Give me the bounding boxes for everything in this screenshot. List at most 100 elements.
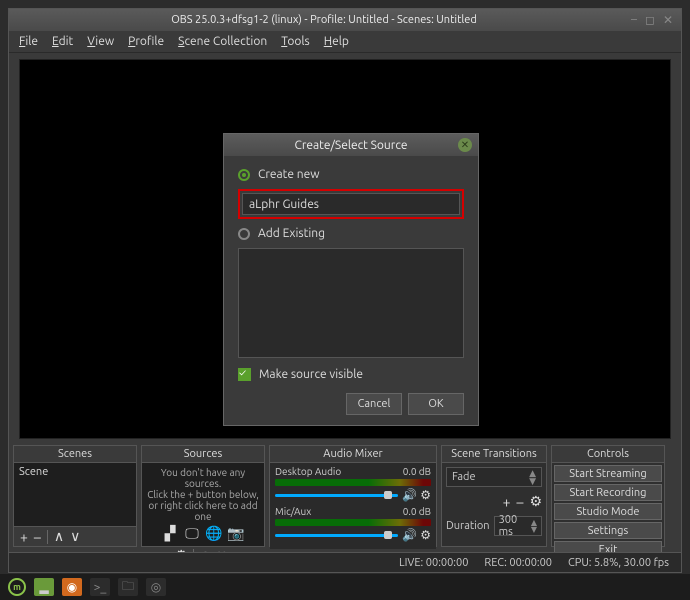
controls-header: Controls (552, 446, 664, 463)
menu-scene-collection[interactable]: Scene Collection (178, 35, 267, 48)
dock-area: Scenes Scene + – ∧ ∨ Sources You don't h… (13, 445, 677, 547)
create-new-label: Create new (258, 168, 320, 181)
add-transition-icon[interactable]: + (503, 494, 511, 510)
sources-empty-3: or right click here to add one (145, 500, 261, 522)
ch-db: 0.0 dB (403, 506, 431, 517)
sources-list[interactable]: You don't have any sources. Click the + … (142, 463, 264, 546)
ch-db: 0.0 dB (403, 466, 431, 477)
display-source-icon: 🖵 (182, 524, 202, 542)
sources-panel: Sources You don't have any sources. Clic… (141, 445, 265, 547)
gear-icon[interactable]: ⚙ (420, 488, 431, 502)
menu-edit[interactable]: Edit (52, 35, 73, 48)
transitions-panel: Scene Transitions Fade ▲▼ + – ⚙ Duration (441, 445, 547, 547)
duration-value: 300 ms (499, 514, 531, 538)
separator (47, 530, 48, 544)
obs-window: OBS 25.0.3+dfsg1-2 (linux) - Profile: Un… (8, 8, 682, 573)
mixer-channel-desktop: Desktop Audio 0.0 dB 🔊 ⚙ (275, 466, 431, 502)
terminal-taskbar-icon[interactable]: >_ (90, 578, 110, 596)
transition-settings-icon[interactable]: ⚙ (529, 493, 542, 510)
mint-menu-icon[interactable]: m (8, 578, 26, 596)
scenes-panel: Scenes Scene + – ∧ ∨ (13, 445, 137, 547)
status-cpu: CPU: 5.8%, 30.00 fps (568, 557, 669, 569)
audio-mixer-panel: Audio Mixer Desktop Audio 0.0 dB 🔊 ⚙ (269, 445, 437, 547)
taskbar[interactable]: m ▂ ◉ >_ 🗀 ◎ (0, 574, 690, 600)
ok-button[interactable]: OK (408, 393, 464, 415)
menu-view[interactable]: View (87, 35, 114, 48)
move-down-icon[interactable]: ∨ (70, 528, 80, 545)
desktop: OBS 25.0.3+dfsg1-2 (linux) - Profile: Un… (0, 0, 690, 600)
menu-profile[interactable]: Profile (128, 35, 164, 48)
make-visible-row[interactable]: Make source visible (238, 368, 464, 381)
camera-source-icon: 📷 (226, 524, 246, 542)
level-meter (275, 519, 431, 526)
statusbar: LIVE: 00:00:00 REC: 00:00:00 CPU: 5.8%, … (9, 552, 681, 572)
cancel-button[interactable]: Cancel (346, 393, 402, 415)
obs-taskbar-icon[interactable]: ◎ (146, 578, 166, 596)
move-up-icon[interactable]: ∧ (54, 528, 64, 545)
menu-help[interactable]: Help (324, 35, 349, 48)
mixer-body: Desktop Audio 0.0 dB 🔊 ⚙ (270, 463, 436, 549)
settings-button[interactable]: Settings (554, 522, 662, 539)
existing-sources-list[interactable] (238, 248, 464, 358)
scene-item[interactable]: Scene (19, 466, 131, 478)
transitions-header: Scene Transitions (442, 446, 546, 463)
add-scene-icon[interactable]: + (20, 529, 28, 545)
scenes-list[interactable]: Scene (14, 463, 136, 526)
create-new-radio-row[interactable]: Create new (238, 168, 464, 181)
transition-select[interactable]: Fade ▲▼ (446, 467, 542, 487)
maximize-icon[interactable]: ◻ (645, 13, 655, 27)
make-visible-label: Make source visible (259, 368, 363, 381)
radio-add-existing[interactable] (238, 228, 250, 240)
minimize-icon[interactable]: – (631, 13, 637, 27)
speaker-icon[interactable]: 🔊 (402, 488, 417, 502)
dialog-close-icon[interactable]: ✕ (458, 138, 472, 152)
volume-slider[interactable] (275, 494, 398, 497)
remove-transition-icon[interactable]: – (516, 494, 523, 510)
add-existing-radio-row[interactable]: Add Existing (238, 227, 464, 240)
menu-tools[interactable]: Tools (281, 35, 310, 48)
gear-icon[interactable]: ⚙ (420, 528, 431, 542)
source-name-input[interactable] (242, 193, 460, 215)
menu-file[interactable]: File (19, 35, 38, 48)
mixer-header: Audio Mixer (270, 446, 436, 463)
files-taskbar-icon[interactable]: ▂ (34, 578, 54, 596)
controls-panel: Controls Start Streaming Start Recording… (551, 445, 665, 547)
duration-spinbox[interactable]: 300 ms ▲▼ (494, 516, 542, 536)
ch-name: Mic/Aux (275, 506, 311, 517)
sources-header: Sources (142, 446, 264, 463)
studio-mode-button[interactable]: Studio Mode (554, 503, 662, 520)
speaker-icon[interactable]: 🔊 (402, 528, 417, 542)
transition-selected: Fade (452, 471, 476, 483)
radio-create-new[interactable] (238, 169, 250, 181)
scenes-header: Scenes (14, 446, 136, 463)
mixer-channel-mic: Mic/Aux 0.0 dB 🔊 ⚙ (275, 506, 431, 542)
duration-label: Duration (446, 520, 490, 532)
start-recording-button[interactable]: Start Recording (554, 484, 662, 501)
spin-arrows-icon: ▲▼ (531, 519, 537, 533)
add-existing-label: Add Existing (258, 227, 325, 240)
sources-empty-1: You don't have any sources. (145, 467, 261, 489)
ch-name: Desktop Audio (275, 466, 341, 477)
scenes-toolbar: + – ∧ ∨ (14, 526, 136, 546)
sources-empty-2: Click the + button below, (147, 489, 259, 500)
status-live: LIVE: 00:00:00 (399, 557, 468, 569)
chevron-updown-icon: ▲▼ (529, 469, 536, 485)
remove-scene-icon[interactable]: – (34, 529, 41, 545)
dialog-titlebar[interactable]: Create/Select Source ✕ (224, 134, 478, 156)
level-meter (275, 479, 431, 486)
volume-slider[interactable] (275, 534, 398, 537)
firefox-taskbar-icon[interactable]: ◉ (62, 578, 82, 596)
browser-source-icon: 🌐 (204, 524, 224, 542)
make-visible-checkbox[interactable] (238, 368, 251, 381)
close-icon[interactable]: ✕ (663, 13, 673, 27)
start-streaming-button[interactable]: Start Streaming (554, 465, 662, 482)
image-source-icon: ▞ (160, 524, 180, 542)
menubar: File Edit View Profile Scene Collection … (9, 31, 681, 53)
titlebar[interactable]: OBS 25.0.3+dfsg1-2 (linux) - Profile: Un… (9, 9, 681, 31)
source-name-highlight (238, 189, 464, 219)
create-source-dialog: Create/Select Source ✕ Create new Add Ex… (223, 133, 479, 426)
window-title: OBS 25.0.3+dfsg1-2 (linux) - Profile: Un… (17, 14, 631, 26)
dialog-title-text: Create/Select Source (294, 139, 407, 152)
status-rec: REC: 00:00:00 (484, 557, 552, 569)
filemanager-taskbar-icon[interactable]: 🗀 (118, 578, 138, 596)
